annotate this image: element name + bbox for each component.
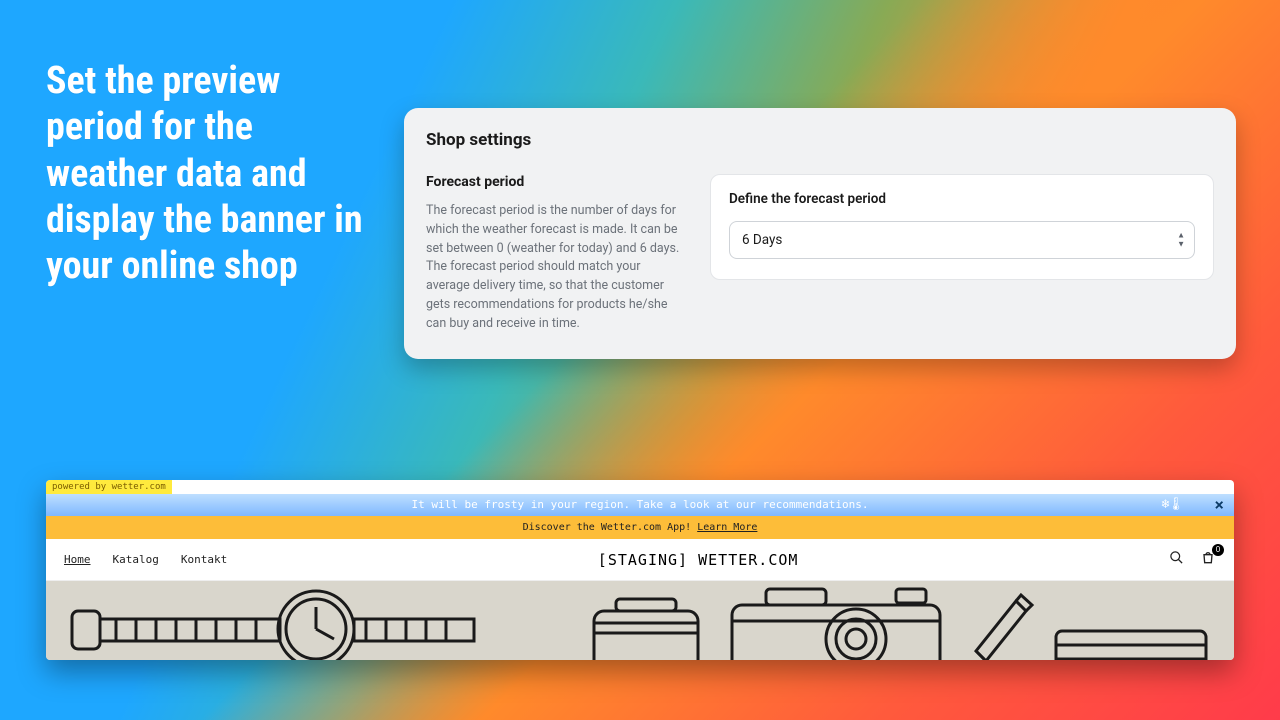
nav-link-home[interactable]: Home: [64, 553, 91, 566]
shop-settings-card: Shop settings Forecast period The foreca…: [404, 108, 1236, 359]
box-illustration: [586, 581, 706, 660]
nav-link-kontakt[interactable]: Kontakt: [181, 553, 227, 566]
marketing-headline: Set the preview period for the weather d…: [46, 58, 366, 290]
search-icon[interactable]: [1169, 550, 1184, 569]
promo-learn-more-link[interactable]: Learn More: [697, 522, 757, 533]
nav-link-katalog[interactable]: Katalog: [113, 553, 159, 566]
weather-banner: It will be frosty in your region. Take a…: [46, 494, 1234, 516]
watch-illustration: [66, 581, 486, 660]
powered-by-badge: powered by wetter.com: [46, 480, 172, 494]
cart-icon[interactable]: 0: [1200, 550, 1216, 570]
shop-hero-image: [46, 581, 1234, 660]
pencil-illustration: [956, 581, 1216, 660]
shop-nav: Home Katalog Kontakt [STAGING] WETTER.CO…: [46, 539, 1234, 581]
shop-brand: [STAGING] WETTER.COM: [227, 551, 1169, 569]
promo-text: Discover the Wetter.com App!: [523, 522, 698, 533]
settings-title: Shop settings: [426, 130, 1214, 150]
cart-count-badge: 0: [1212, 544, 1224, 556]
forecast-period-panel: Define the forecast period 6 Days ▲▼: [710, 174, 1214, 280]
camera-illustration: [726, 581, 946, 660]
close-icon[interactable]: ×: [1214, 495, 1224, 514]
snowflake-thermometer-icon: ❄🌡: [1162, 497, 1182, 512]
select-stepper-icon: ▲▼: [1177, 232, 1185, 249]
forecast-period-select-value: 6 Days: [742, 232, 782, 248]
weather-banner-text: It will be frosty in your region. Take a…: [412, 498, 869, 511]
forecast-period-description: The forecast period is the number of day…: [426, 202, 684, 333]
forecast-period-label: Define the forecast period: [729, 191, 1195, 207]
shop-preview: powered by wetter.com It will be frosty …: [46, 480, 1234, 660]
forecast-period-select[interactable]: 6 Days: [729, 221, 1195, 259]
promo-bar: Discover the Wetter.com App! Learn More: [46, 516, 1234, 539]
forecast-period-heading: Forecast period: [426, 174, 684, 190]
